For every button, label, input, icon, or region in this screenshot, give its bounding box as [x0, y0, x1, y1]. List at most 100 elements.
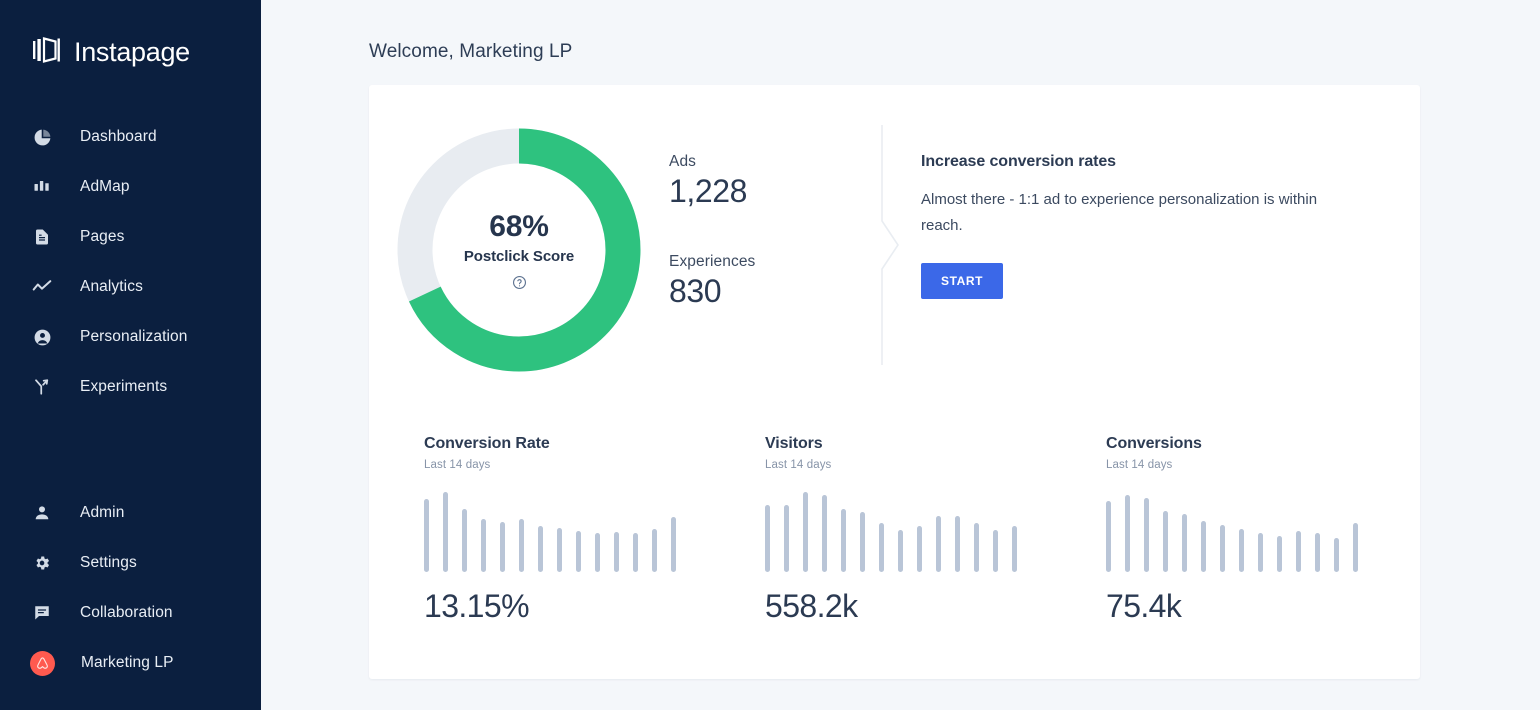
sparkline-bar — [1220, 525, 1225, 572]
kpi-label: Ads — [669, 153, 859, 171]
sparkline-bar — [614, 532, 619, 572]
brand-logo[interactable]: Instapage — [0, 26, 261, 78]
donut-center-labels: 68% Postclick Score — [396, 127, 642, 373]
gear-icon — [30, 551, 54, 575]
metric-subtitle: Last 14 days — [1106, 459, 1447, 471]
sparkline-bar — [917, 526, 922, 572]
question-circle-icon[interactable] — [512, 275, 527, 290]
promo-body: Almost there - 1:1 ad to experience pers… — [921, 187, 1331, 239]
sidebar-item-collaboration[interactable]: Collaboration — [0, 588, 261, 638]
score-caption: Postclick Score — [464, 248, 574, 265]
sparkline-bar — [538, 526, 543, 572]
overview-row: 68% Postclick Score — [369, 85, 1420, 405]
sparkline-bar — [595, 533, 600, 572]
sidebar-item-marketing-lp[interactable]: Marketing LP — [0, 638, 261, 688]
sparkline-bar — [443, 492, 448, 572]
chat-bubble-icon — [30, 601, 54, 625]
score-percent: 68% — [489, 210, 548, 244]
main-content: Welcome, Marketing LP 68% Postclick Scor… — [261, 0, 1540, 710]
sparkline-bar — [1353, 523, 1358, 572]
dashboard-card: 68% Postclick Score — [369, 85, 1420, 679]
sparkline-visitors — [765, 488, 1027, 572]
branch-arrow-icon — [30, 375, 54, 399]
metric-visitors: Visitors Last 14 days 558.2k — [765, 435, 1106, 625]
postclick-score-donut: 68% Postclick Score — [396, 127, 642, 373]
sparkline-bar — [424, 499, 429, 572]
sparkline-bar — [500, 522, 505, 572]
sidebar-item-dashboard[interactable]: Dashboard — [0, 112, 261, 162]
sidebar-item-label: Marketing LP — [81, 654, 174, 672]
sparkline-bar — [860, 512, 865, 572]
sparkline-bar — [557, 528, 562, 572]
sparkline-bar — [955, 516, 960, 572]
chevron-divider — [859, 121, 921, 361]
chevron-right-icon — [877, 125, 903, 365]
postclick-score-panel: 68% Postclick Score — [369, 121, 669, 373]
sparkline-bar — [1144, 498, 1149, 572]
sparkline-bar — [1106, 501, 1111, 572]
sidebar-item-analytics[interactable]: Analytics — [0, 262, 261, 312]
sidebar-item-experiments[interactable]: Experiments — [0, 362, 261, 412]
start-button[interactable]: START — [921, 263, 1003, 299]
sidebar-item-label: Analytics — [80, 278, 143, 296]
kpi-value: 1,228 — [669, 173, 859, 210]
sparkline-bar — [974, 523, 979, 572]
sparkline-bar — [1258, 533, 1263, 572]
sparkline-bar — [898, 530, 903, 572]
metric-conversions: Conversions Last 14 days 75.4k — [1106, 435, 1447, 625]
metrics-row: Conversion Rate Last 14 days 13.15% Visi… — [369, 435, 1420, 625]
pie-chart-icon — [30, 125, 54, 149]
user-circle-icon — [30, 325, 54, 349]
metric-subtitle: Last 14 days — [765, 459, 1106, 471]
promo-title: Increase conversion rates — [921, 153, 1390, 171]
sparkline-bar — [1239, 529, 1244, 572]
sidebar-primary-nav: Dashboard AdMap — [0, 112, 261, 412]
sparkline-bar — [576, 531, 581, 572]
workspace-avatar-icon — [30, 651, 55, 676]
sidebar-item-label: Admin — [80, 504, 124, 522]
sidebar-secondary-nav: Admin Settings Collabo — [0, 488, 261, 688]
sidebar-item-personalization[interactable]: Personalization — [0, 312, 261, 362]
sparkline-bar — [481, 519, 486, 572]
sidebar-item-admin[interactable]: Admin — [0, 488, 261, 538]
sparkline-bar — [1277, 536, 1282, 572]
sparkline-bar — [1296, 531, 1301, 572]
kpi-ads: Ads 1,228 — [669, 153, 859, 210]
kpi-panel: Ads 1,228 Experiences 830 — [669, 121, 859, 310]
metric-value: 558.2k — [765, 588, 1106, 625]
sidebar-item-settings[interactable]: Settings — [0, 538, 261, 588]
sparkline-bar — [1182, 514, 1187, 572]
metric-title: Conversion Rate — [424, 435, 765, 453]
document-icon — [30, 225, 54, 249]
metric-conversion-rate: Conversion Rate Last 14 days 13.15% — [424, 435, 765, 625]
sidebar-item-pages[interactable]: Pages — [0, 212, 261, 262]
metric-subtitle: Last 14 days — [424, 459, 765, 471]
sidebar-item-label: Dashboard — [80, 128, 157, 146]
line-chart-icon — [30, 275, 54, 299]
sparkline-bar — [519, 519, 524, 572]
sparkline-bar — [1163, 511, 1168, 572]
sidebar-item-label: Settings — [80, 554, 137, 572]
sparkline-bar — [633, 533, 638, 572]
sparkline-bar — [1201, 521, 1206, 572]
kpi-experiences: Experiences 830 — [669, 253, 859, 310]
instapage-book-logo-icon — [33, 37, 69, 68]
sparkline-bar — [879, 523, 884, 572]
promo-panel: Increase conversion rates Almost there -… — [921, 121, 1420, 299]
sparkline-bar — [803, 492, 808, 572]
sidebar-item-admap[interactable]: AdMap — [0, 162, 261, 212]
sparkline-bar — [1334, 538, 1339, 572]
sparkline-bar — [993, 530, 998, 572]
metric-value: 13.15% — [424, 588, 765, 625]
bar-chart-icon — [30, 175, 54, 199]
sidebar-item-label: Collaboration — [80, 604, 173, 622]
person-icon — [30, 501, 54, 525]
sparkline-bar — [1012, 526, 1017, 572]
sparkline-bar — [1125, 495, 1130, 572]
sparkline-bar — [765, 505, 770, 572]
sidebar: Instapage Dashboard — [0, 0, 261, 710]
sidebar-item-label: Pages — [80, 228, 124, 246]
sparkline-bar — [1315, 533, 1320, 572]
sparkline-bar — [652, 529, 657, 572]
brand-name: Instapage — [74, 37, 190, 68]
